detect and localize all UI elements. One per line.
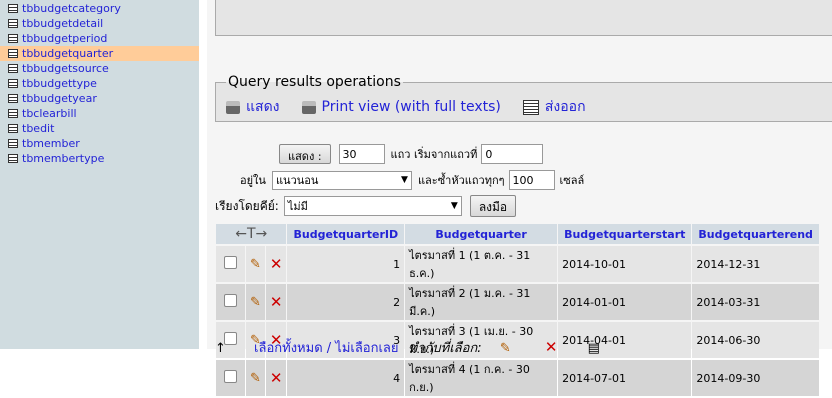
pencil-icon[interactable]: ✎ bbox=[250, 257, 261, 272]
row-checkbox[interactable] bbox=[224, 294, 237, 307]
sidebar-item-tbmembertype[interactable]: tbmembertype bbox=[0, 151, 199, 166]
display-mode-value: แนวนอน bbox=[275, 174, 319, 187]
cell-end: 2014-09-30 bbox=[692, 360, 819, 396]
cell-start: 2014-10-01 bbox=[558, 246, 692, 282]
sort-key-value: ไม่มี bbox=[287, 200, 308, 213]
export-label[interactable]: ส่งออก bbox=[545, 96, 586, 118]
repeat-headers-input[interactable]: 100 bbox=[508, 170, 555, 190]
operations-legend: Query results operations bbox=[228, 74, 401, 90]
results-table: ←T→ BudgetquarterID Budgetquarter Budget… bbox=[215, 222, 820, 398]
cell-start: 2014-07-01 bbox=[558, 360, 692, 396]
display-mode-select[interactable]: แนวนอน ▼ bbox=[271, 170, 412, 190]
printer-icon bbox=[226, 100, 240, 114]
header-budgetquarterid[interactable]: BudgetquarterID bbox=[287, 224, 405, 244]
pencil-icon[interactable]: ✎ bbox=[250, 295, 261, 310]
table-icon bbox=[8, 94, 18, 103]
show-rows-button[interactable]: แสดง : bbox=[279, 144, 331, 164]
sidebar-item-tbbudgetyear[interactable]: tbbudgetyear bbox=[0, 91, 199, 106]
show-link-label[interactable]: แสดง bbox=[246, 96, 280, 118]
table-icon bbox=[8, 124, 18, 133]
table-icon bbox=[8, 4, 18, 13]
sort-key-label: เรียงโดยคีย์: bbox=[215, 198, 279, 213]
delete-icon[interactable]: ✕ bbox=[270, 293, 283, 311]
table-icon bbox=[8, 34, 18, 43]
pencil-icon[interactable]: ✎ bbox=[250, 371, 261, 386]
cell-id: 4 bbox=[287, 360, 405, 396]
table-list: tbbudgetcategory tbbudgetdetail tbbudget… bbox=[0, 1, 199, 166]
cell-id: 2 bbox=[287, 284, 405, 320]
rows-from-label: แถว เริ่มจากแถวที่ bbox=[390, 148, 478, 161]
sidebar-item-label[interactable]: tbbudgetdetail bbox=[22, 16, 103, 31]
table-icon bbox=[8, 49, 18, 58]
sidebar-item-tbedit[interactable]: tbedit bbox=[0, 121, 199, 136]
sidebar-item-tbclearbill[interactable]: tbclearbill bbox=[0, 106, 199, 121]
table-icon bbox=[8, 109, 18, 118]
table-row[interactable]: ✎ ✕ 4 ไตรมาสที่ 4 (1 ก.ค. - 30 ก.ย.) 201… bbox=[216, 360, 819, 396]
cell-budgetquarter: ไตรมาสที่ 2 (1 ม.ค. - 31 มี.ค.) bbox=[405, 284, 558, 320]
sidebar-item-label[interactable]: tbbudgetquarter bbox=[22, 46, 113, 61]
sidebar-item-label[interactable]: tbedit bbox=[22, 121, 54, 136]
sidebar-item-label[interactable]: tbmember bbox=[22, 136, 80, 151]
sidebar-item-tbbudgetquarter[interactable]: tbbudgetquarter bbox=[0, 46, 199, 61]
sidebar-item-label[interactable]: tbmembertype bbox=[22, 151, 104, 166]
cell-end: 2014-03-31 bbox=[692, 284, 819, 320]
table-icon bbox=[8, 139, 18, 148]
bulk-actions-row: ↑ เลือกทั้งหมด / ไม่เลือกเลย ทำกับที่เลื… bbox=[215, 337, 600, 358]
repeat-headers-label: และซ้ำหัวแถวทุกๆ bbox=[417, 174, 505, 187]
sidebar-item-tbbudgetdetail[interactable]: tbbudgetdetail bbox=[0, 16, 199, 31]
sidebar-item-tbbudgetsource[interactable]: tbbudgetsource bbox=[0, 61, 199, 76]
rows-count-input[interactable]: 30 bbox=[338, 144, 385, 164]
sidebar-item-label[interactable]: tbbudgetcategory bbox=[22, 1, 121, 16]
table-row[interactable]: ✎ ✕ 1 ไตรมาสที่ 1 (1 ต.ค. - 31 ธ.ค.) 201… bbox=[216, 246, 819, 282]
header-budgetquarterstart[interactable]: Budgetquarterstart bbox=[558, 224, 692, 244]
sidebar-item-tbbudgettype[interactable]: tbbudgettype bbox=[0, 76, 199, 91]
printer-icon bbox=[301, 100, 316, 114]
print-view-label[interactable]: Print view (with full texts) bbox=[322, 99, 501, 115]
table-icon bbox=[8, 154, 18, 163]
sql-query-box bbox=[215, 0, 832, 36]
frame-divider[interactable] bbox=[199, 0, 207, 349]
sidebar-item-label[interactable]: tbclearbill bbox=[22, 106, 77, 121]
export-icon bbox=[522, 99, 539, 115]
show-link[interactable]: แสดง bbox=[226, 96, 280, 118]
sidebar-item-label[interactable]: tbbudgetperiod bbox=[22, 31, 107, 46]
print-view-link[interactable]: Print view (with full texts) bbox=[301, 99, 501, 115]
header-budgetquarterend[interactable]: Budgetquarterend bbox=[692, 224, 819, 244]
sidebar-item-label[interactable]: tbbudgetyear bbox=[22, 91, 97, 106]
row-checkbox[interactable] bbox=[224, 256, 237, 269]
table-header-row: ←T→ BudgetquarterID Budgetquarter Budget… bbox=[216, 224, 819, 244]
delete-icon[interactable]: ✕ bbox=[270, 369, 283, 387]
chevron-down-icon: ▼ bbox=[401, 175, 408, 185]
table-icon bbox=[8, 19, 18, 28]
row-checkbox[interactable] bbox=[224, 370, 237, 383]
delete-icon[interactable]: ✕ bbox=[545, 338, 558, 356]
column-resize-icon[interactable]: ←T→ bbox=[216, 224, 287, 244]
export-link[interactable]: ส่งออก bbox=[522, 96, 586, 118]
go-button[interactable]: ลงมือ bbox=[469, 195, 517, 217]
header-budgetquarter[interactable]: Budgetquarter bbox=[405, 224, 558, 244]
table-icon bbox=[8, 64, 18, 73]
delete-icon[interactable]: ✕ bbox=[270, 255, 283, 273]
mode-label: อยู่ใน bbox=[240, 174, 266, 187]
query-results-operations: Query results operations แสดง Print view… bbox=[215, 74, 832, 122]
sidebar: tbbudgetcategory tbbudgetdetail tbbudget… bbox=[0, 0, 199, 349]
sidebar-item-label[interactable]: tbbudgetsource bbox=[22, 61, 109, 76]
sidebar-item-tbbudgetcategory[interactable]: tbbudgetcategory bbox=[0, 1, 199, 16]
main-panel: Query results operations แสดง Print view… bbox=[207, 0, 832, 396]
cells-label: เซลล์ bbox=[559, 174, 585, 187]
table-row[interactable]: ✎ ✕ 2 ไตรมาสที่ 2 (1 ม.ค. - 31 มี.ค.) 20… bbox=[216, 284, 819, 320]
cell-budgetquarter: ไตรมาสที่ 4 (1 ก.ค. - 30 ก.ย.) bbox=[405, 360, 558, 396]
table-icon bbox=[8, 79, 18, 88]
sidebar-item-tbbudgetperiod[interactable]: tbbudgetperiod bbox=[0, 31, 199, 46]
cell-end: 2014-12-31 bbox=[692, 246, 819, 282]
cell-budgetquarter: ไตรมาสที่ 1 (1 ต.ค. - 31 ธ.ค.) bbox=[405, 246, 558, 282]
cell-id: 1 bbox=[287, 246, 405, 282]
chevron-down-icon: ▼ bbox=[450, 201, 458, 211]
start-row-input[interactable]: 0 bbox=[481, 144, 544, 164]
sort-key-select[interactable]: ไม่มี ▼ bbox=[283, 196, 462, 216]
sidebar-item-label[interactable]: tbbudgettype bbox=[22, 76, 97, 91]
cell-start: 2014-01-01 bbox=[558, 284, 692, 320]
cell-end: 2014-06-30 bbox=[692, 322, 819, 358]
sidebar-item-tbmember[interactable]: tbmember bbox=[0, 136, 199, 151]
